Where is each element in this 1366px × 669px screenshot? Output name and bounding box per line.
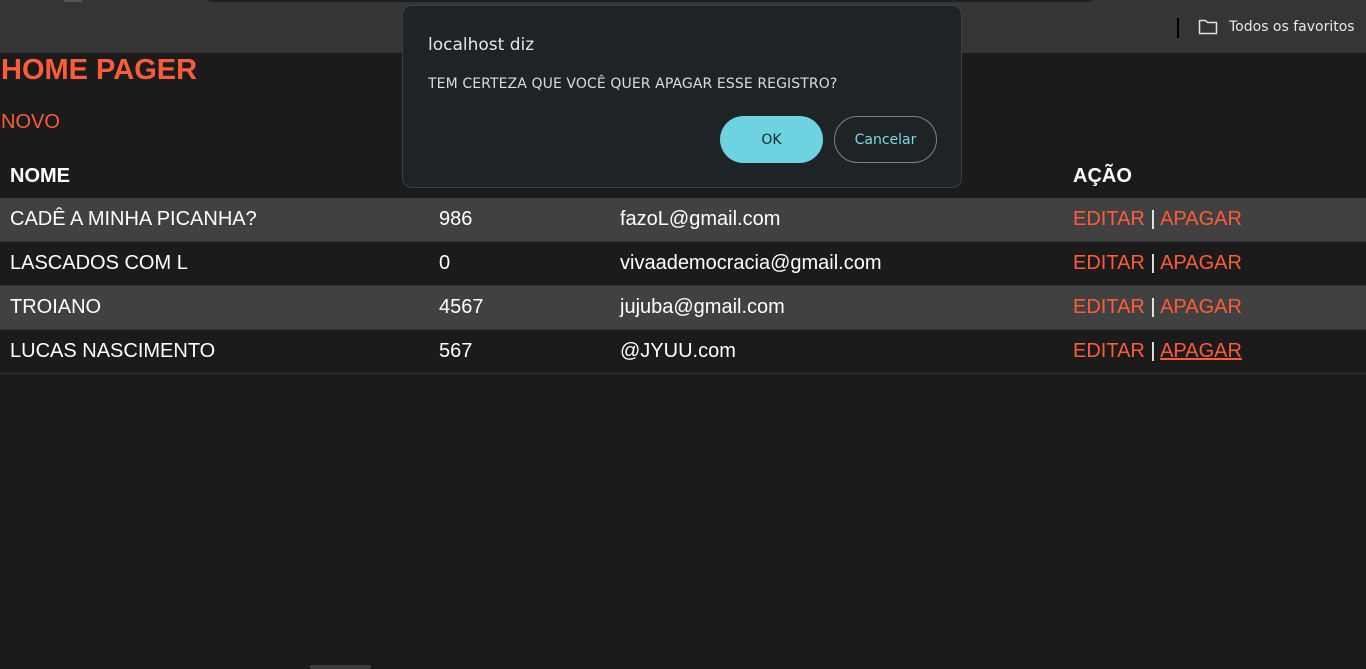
- edit-link[interactable]: EDITAR: [1073, 296, 1145, 318]
- cell-nome: LUCAS NASCIMENTO: [10, 340, 216, 362]
- header-nome: NOME: [10, 164, 70, 187]
- cell-numero: 0: [439, 252, 451, 274]
- bookmarks-separator: [1177, 18, 1179, 38]
- action-separator: |: [1150, 252, 1156, 274]
- table-row: LUCAS NASCIMENTO 567 @JYUU.com EDITAR | …: [0, 330, 1366, 374]
- cell-nome: CADÊ A MINHA PICANHA?: [10, 208, 257, 230]
- cell-acao: EDITAR | APAGAR: [1063, 286, 1366, 330]
- action-separator: |: [1150, 296, 1156, 318]
- cancel-button[interactable]: Cancelar: [834, 116, 937, 163]
- horizontal-scrollbar[interactable]: [310, 665, 371, 669]
- cell-email: vivaademocracia@gmail.com: [620, 252, 882, 274]
- action-separator: |: [1150, 208, 1156, 230]
- cell-nome: TROIANO: [10, 296, 102, 318]
- ok-button[interactable]: OK: [720, 116, 823, 163]
- cell-acao: EDITAR | APAGAR: [1063, 242, 1366, 286]
- table-row: CADÊ A MINHA PICANHA? 986 fazoL@gmail.co…: [0, 198, 1366, 242]
- new-record-link[interactable]: NOVO: [1, 111, 60, 134]
- table-row: LASCADOS COM L 0 vivaademocracia@gmail.c…: [0, 242, 1366, 286]
- cell-numero: 4567: [439, 296, 484, 318]
- cell-acao: EDITAR | APAGAR: [1063, 330, 1366, 374]
- table-row: TROIANO 4567 jujuba@gmail.com EDITAR | A…: [0, 285, 1366, 330]
- dialog-message: TEM CERTEZA QUE VOCÊ QUER APAGAR ESSE RE…: [428, 76, 838, 92]
- confirm-dialog: localhost diz TEM CERTEZA QUE VOCÊ QUER …: [402, 5, 962, 188]
- dialog-title: localhost diz: [428, 35, 535, 55]
- cell-numero: 567: [439, 340, 473, 362]
- edit-link[interactable]: EDITAR: [1073, 208, 1145, 230]
- tab-strip-edge: [64, 0, 82, 2]
- cell-email: @JYUU.com: [620, 340, 736, 362]
- cell-nome: LASCADOS COM L: [10, 252, 188, 274]
- bookmarks-label: Todos os favoritos: [1229, 19, 1355, 35]
- action-separator: |: [1150, 340, 1156, 362]
- page-title: HOME PAGER: [1, 54, 198, 86]
- folder-icon: [1198, 19, 1218, 35]
- delete-link[interactable]: APAGAR: [1160, 296, 1242, 318]
- edit-link[interactable]: EDITAR: [1073, 252, 1145, 274]
- cell-acao: EDITAR | APAGAR: [1063, 198, 1366, 242]
- cell-numero: 986: [439, 208, 473, 230]
- cell-email: jujuba@gmail.com: [620, 296, 785, 318]
- delete-link[interactable]: APAGAR: [1160, 340, 1242, 362]
- delete-link[interactable]: APAGAR: [1160, 252, 1242, 274]
- bookmarks-all-folder[interactable]: Todos os favoritos: [1198, 18, 1355, 36]
- header-acao: AÇÃO: [1073, 164, 1132, 187]
- cell-email: fazoL@gmail.com: [620, 208, 781, 230]
- delete-link[interactable]: APAGAR: [1160, 208, 1242, 230]
- edit-link[interactable]: EDITAR: [1073, 340, 1145, 362]
- address-bar-edge[interactable]: [205, 0, 1095, 2]
